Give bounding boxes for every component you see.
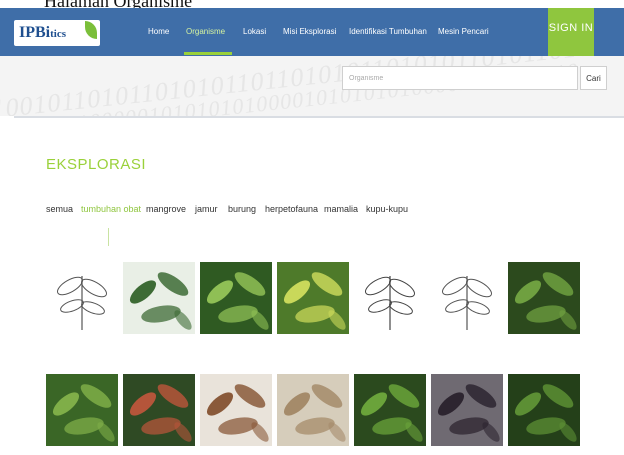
search-button[interactable]: Cari	[580, 66, 607, 90]
filter-mamalia[interactable]: mamalia	[324, 204, 358, 214]
nav-mesin-pencari[interactable]: Mesin Pencari	[438, 27, 489, 36]
red-leaves-icon[interactable]	[123, 374, 195, 446]
page-bottom-edge	[0, 446, 624, 455]
section-title: EKSPLORASI	[46, 156, 147, 173]
green-shoot-icon[interactable]	[354, 374, 426, 446]
filter-mangrove[interactable]: mangrove	[146, 204, 186, 214]
filter-burung[interactable]: burung	[228, 204, 256, 214]
filter-semua[interactable]: semua	[46, 204, 73, 214]
large-leaves-icon[interactable]	[123, 262, 195, 334]
ground-cover-icon[interactable]	[46, 374, 118, 446]
nav-misi-eksplorasi[interactable]: Misi Eksplorasi	[283, 27, 336, 36]
nav-organisme[interactable]: Organisme	[186, 27, 225, 36]
filter-tumbuhan-obat[interactable]: tumbuhan obat	[81, 204, 141, 214]
leaf-sketch-icon[interactable]	[431, 262, 503, 334]
nav-home[interactable]: Home	[148, 27, 169, 36]
brown-leaf-icon[interactable]	[200, 374, 272, 446]
vine-photo-icon[interactable]	[508, 262, 580, 334]
filter-kupu-kupu[interactable]: kupu-kupu	[366, 204, 408, 214]
header-divider	[14, 116, 624, 118]
navbar: IPBitics Home Organisme Lokasi Misi Eksp…	[0, 8, 624, 56]
filter-jamur[interactable]: jamur	[195, 204, 218, 214]
filter-herpetofauna[interactable]: herpetofauna	[265, 204, 318, 214]
flower-sketch-icon[interactable]	[354, 262, 426, 334]
leaf-icon	[85, 21, 97, 39]
site-logo[interactable]: IPBitics	[14, 20, 100, 46]
logo-text: IPBi	[19, 24, 51, 41]
forest-plant-icon[interactable]	[508, 374, 580, 446]
nav-lokasi[interactable]: Lokasi	[243, 27, 266, 36]
pale-leaves-icon[interactable]	[277, 374, 349, 446]
signin-button[interactable]: SIGN IN	[548, 8, 594, 56]
nav-active-indicator	[184, 52, 232, 55]
dark-leaves-icon[interactable]	[431, 374, 503, 446]
logo-suffix: tics	[50, 28, 67, 40]
botanical-sketch-icon[interactable]	[46, 262, 118, 334]
grass-shrub-icon[interactable]	[200, 262, 272, 334]
active-filter-marker	[108, 228, 109, 246]
yellow-leaves-icon[interactable]	[277, 262, 349, 334]
search-input[interactable]	[342, 66, 578, 90]
nav-identifikasi-tumbuhan[interactable]: Identifikasi Tumbuhan	[349, 27, 427, 36]
